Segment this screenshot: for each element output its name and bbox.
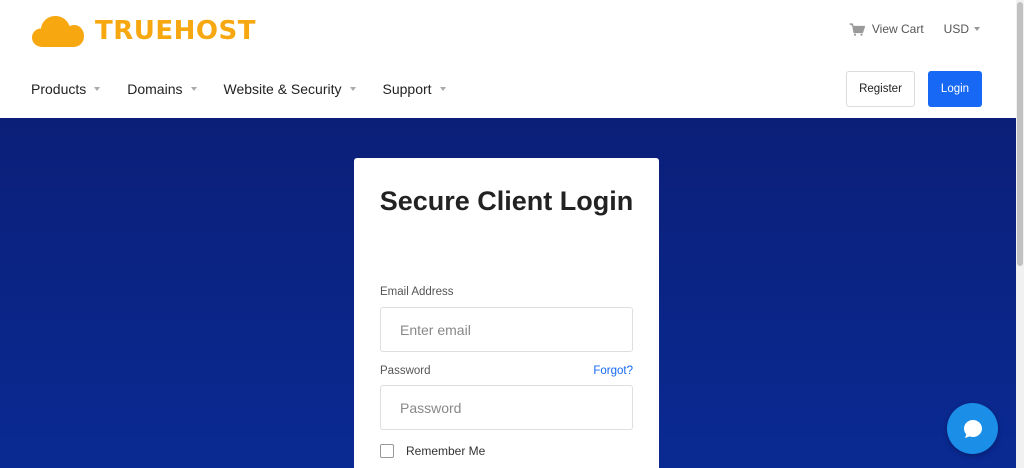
login-title: Secure Client Login bbox=[379, 186, 634, 216]
view-cart-link[interactable]: View Cart bbox=[849, 22, 924, 36]
currency-value: USD bbox=[943, 22, 969, 36]
login-card: Secure Client Login Email Address Passwo… bbox=[354, 158, 659, 468]
nav-item-products[interactable]: Products bbox=[31, 78, 101, 100]
nav-item-label: Domains bbox=[127, 81, 183, 97]
chevron-down-icon bbox=[190, 87, 197, 91]
email-label: Email Address bbox=[380, 286, 454, 298]
password-input[interactable] bbox=[380, 385, 633, 430]
cloud-icon bbox=[32, 16, 84, 47]
view-cart-label: View Cart bbox=[871, 22, 924, 36]
chevron-down-icon bbox=[349, 87, 356, 91]
utility-bar: View Cart USD bbox=[849, 20, 980, 38]
register-button[interactable]: Register bbox=[846, 71, 915, 107]
cart-icon bbox=[849, 22, 865, 36]
nav-item-label: Website & Security bbox=[223, 81, 342, 97]
remember-me-label: Remember Me bbox=[406, 444, 486, 458]
chevron-down-icon bbox=[974, 27, 980, 31]
currency-selector[interactable]: USD bbox=[944, 22, 980, 36]
chevron-down-icon bbox=[94, 87, 101, 91]
nav-item-support[interactable]: Support bbox=[383, 78, 446, 100]
login-button[interactable]: Login bbox=[928, 71, 982, 107]
nav-item-label: Products bbox=[31, 81, 87, 97]
remember-me-row: Remember Me bbox=[380, 444, 485, 458]
nav-item-domains[interactable]: Domains bbox=[127, 78, 197, 100]
brand-name: TRUEHOST bbox=[95, 16, 256, 46]
nav-item-website-security[interactable]: Website & Security bbox=[224, 78, 356, 100]
chevron-down-icon bbox=[439, 87, 446, 91]
nav-item-label: Support bbox=[382, 81, 432, 97]
scrollbar-thumb[interactable] bbox=[1017, 2, 1023, 266]
chat-bubble-icon bbox=[963, 419, 982, 438]
chat-button[interactable] bbox=[947, 403, 998, 454]
remember-me-checkbox[interactable] bbox=[380, 444, 394, 458]
page-scrollbar[interactable] bbox=[1016, 0, 1024, 468]
site-header: TRUEHOST View Cart USD Products Domains … bbox=[0, 0, 1016, 118]
forgot-password-link[interactable]: Forgot? bbox=[593, 365, 633, 377]
password-label: Password bbox=[380, 365, 431, 377]
main-nav: Products Domains Website & Security Supp… bbox=[31, 78, 473, 100]
email-input[interactable] bbox=[380, 307, 633, 352]
brand-logo[interactable]: TRUEHOST bbox=[31, 13, 256, 49]
